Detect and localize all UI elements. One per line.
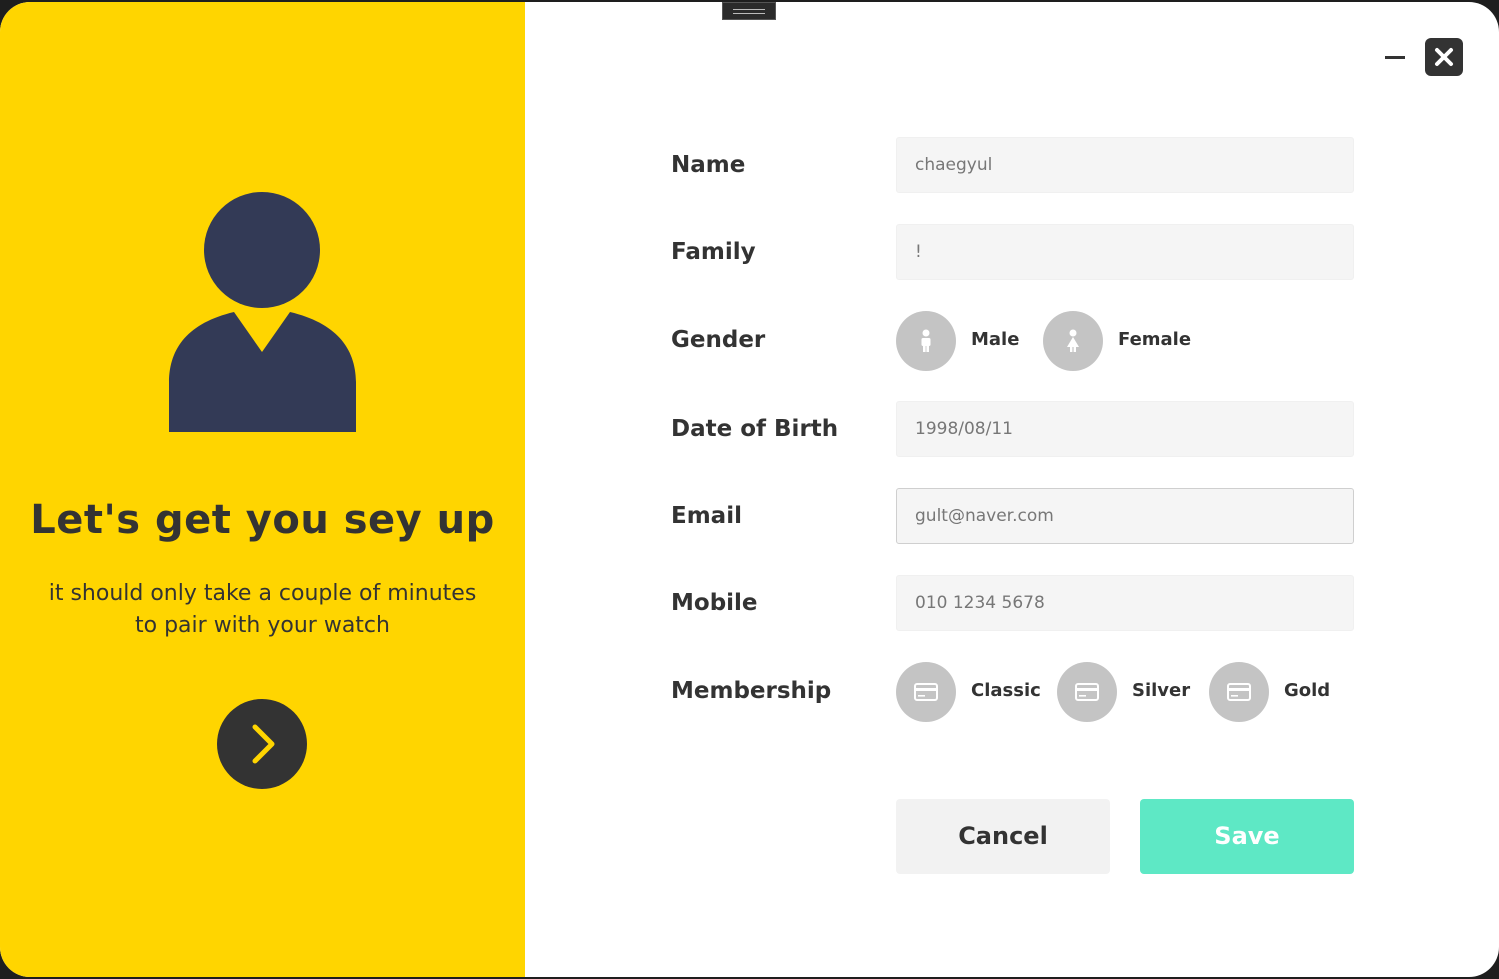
next-button[interactable] — [217, 699, 307, 789]
welcome-panel: Let's get you sey up it should only take… — [0, 2, 525, 977]
gender-option-label: Male — [971, 329, 1020, 350]
credit-card-icon — [1227, 683, 1251, 701]
membership-label: Membership — [671, 678, 832, 704]
option-circle — [896, 311, 956, 371]
mobile-input[interactable] — [896, 575, 1354, 631]
chevron-right-icon — [252, 724, 275, 764]
family-label: Family — [671, 239, 756, 265]
signup-window: Let's get you sey up it should only take… — [0, 2, 1499, 977]
membership-option-label: Gold — [1284, 680, 1331, 701]
close-button[interactable] — [1425, 38, 1463, 76]
subtitle-line-2: to pair with your watch — [135, 613, 390, 638]
membership-option-classic[interactable]: Classic — [896, 662, 1041, 722]
page-headline: Let's get you sey up — [30, 497, 495, 543]
gender-option-female[interactable]: Female — [1043, 311, 1193, 371]
option-circle — [1057, 662, 1117, 722]
minus-icon — [1385, 56, 1405, 59]
user-avatar-icon — [169, 192, 356, 432]
membership-option-gold[interactable]: Gold — [1209, 662, 1339, 722]
cancel-button[interactable]: Cancel — [896, 799, 1110, 874]
minimize-button[interactable] — [1380, 42, 1410, 72]
close-icon — [1435, 48, 1453, 66]
option-circle — [896, 662, 956, 722]
membership-option-label: Classic — [971, 680, 1041, 701]
credit-card-icon — [914, 683, 938, 701]
dob-input[interactable] — [896, 401, 1354, 457]
membership-option-label: Silver — [1132, 680, 1191, 701]
family-input[interactable] — [896, 224, 1354, 280]
mobile-label: Mobile — [671, 590, 758, 616]
male-person-icon — [921, 329, 931, 352]
gender-option-male[interactable]: Male — [896, 311, 1026, 371]
membership-option-silver[interactable]: Silver — [1057, 662, 1192, 722]
option-circle — [1043, 311, 1103, 371]
page-subtitle: it should only take a couple of minutes … — [0, 578, 525, 642]
option-circle — [1209, 662, 1269, 722]
gender-option-label: Female — [1118, 329, 1192, 350]
window-drag-handle[interactable] — [722, 2, 776, 20]
email-input[interactable] — [896, 488, 1354, 544]
gender-label: Gender — [671, 327, 766, 353]
dob-label: Date of Birth — [671, 416, 839, 442]
name-input[interactable] — [896, 137, 1354, 193]
female-person-icon — [1067, 329, 1079, 352]
email-label: Email — [671, 503, 742, 529]
name-label: Name — [671, 152, 746, 178]
save-button[interactable]: Save — [1140, 799, 1354, 874]
credit-card-icon — [1075, 683, 1099, 701]
subtitle-line-1: it should only take a couple of minutes — [48, 581, 477, 606]
